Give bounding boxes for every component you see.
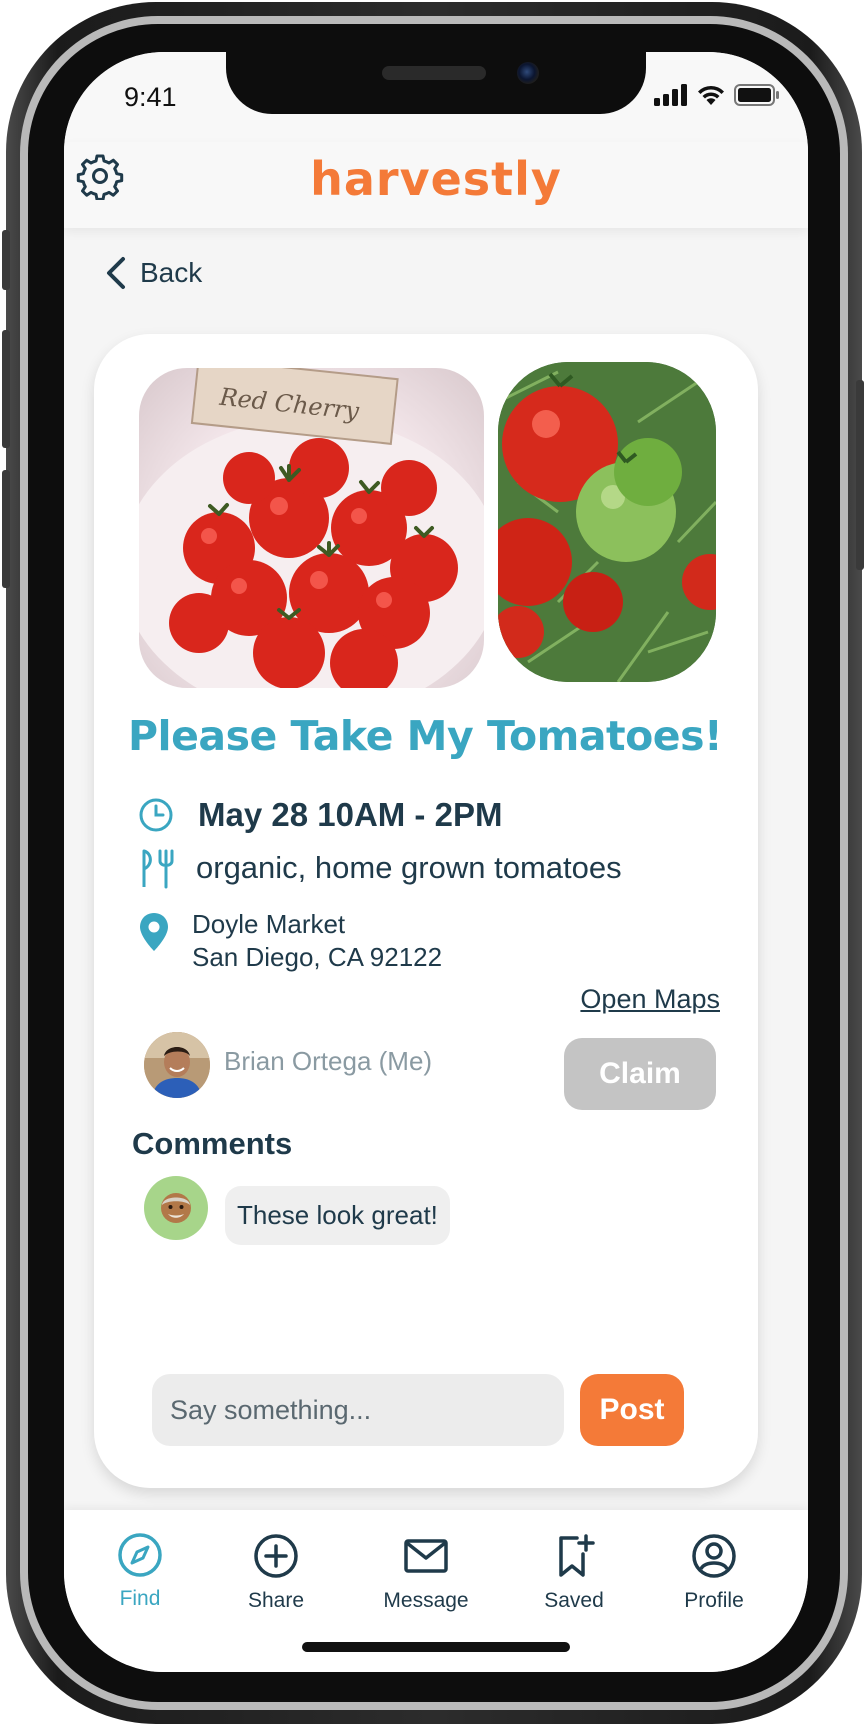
status-icons xyxy=(654,84,780,106)
mute-switch xyxy=(2,230,10,290)
home-indicator[interactable] xyxy=(302,1642,570,1652)
author-photo xyxy=(144,1032,210,1098)
location-name: Doyle Market xyxy=(192,909,346,939)
time-row: May 28 10AM - 2PM xyxy=(138,796,502,834)
nav-find[interactable]: Find xyxy=(80,1532,200,1611)
post-description: organic, home grown tomatoes xyxy=(196,850,622,885)
speaker-grille xyxy=(382,66,486,80)
nav-saved[interactable]: Saved xyxy=(514,1532,634,1613)
nav-profile-label: Profile xyxy=(684,1589,744,1612)
back-button[interactable]: Back xyxy=(104,256,202,290)
person-emoji-avatar xyxy=(161,1193,191,1223)
post-card: Red Cherry Please Take My Tomatoes! May … xyxy=(94,334,758,1488)
nav-saved-label: Saved xyxy=(544,1589,604,1612)
cherry-tomatoes-illustration: Red Cherry xyxy=(139,368,484,688)
post-comment-button[interactable]: Post xyxy=(580,1374,684,1446)
envelope-icon xyxy=(404,1539,448,1573)
location-pin-icon xyxy=(140,913,168,951)
volume-down-button xyxy=(2,470,10,588)
nav-message[interactable]: Message xyxy=(366,1532,486,1613)
open-maps-link[interactable]: Open Maps xyxy=(580,984,720,1015)
back-label: Back xyxy=(140,257,203,288)
battery-icon xyxy=(734,84,779,106)
comments-heading: Comments xyxy=(132,1126,293,1161)
plus-circle-icon xyxy=(254,1534,298,1578)
claim-button[interactable]: Claim xyxy=(564,1038,716,1110)
clock-icon xyxy=(139,798,173,832)
post-time: May 28 10AM - 2PM xyxy=(198,796,503,833)
tomato-vine-photo[interactable] xyxy=(498,362,716,682)
nav-profile[interactable]: Profile xyxy=(654,1532,774,1613)
commenter-avatar[interactable] xyxy=(144,1176,208,1240)
user-circle-icon xyxy=(692,1534,736,1578)
phone-notch xyxy=(226,52,646,114)
status-time: 9:41 xyxy=(124,82,177,112)
description-row: organic, home grown tomatoes xyxy=(138,847,622,889)
volume-up-button xyxy=(2,330,10,448)
nav-share-label: Share xyxy=(247,1589,305,1612)
comment-bubble: These look great! xyxy=(225,1186,450,1245)
chevron-left-icon xyxy=(107,257,125,289)
app-header: harvestly xyxy=(64,142,808,228)
bookmark-plus-icon xyxy=(559,1534,595,1577)
post-title: Please Take My Tomatoes! xyxy=(128,712,723,760)
location-row: Doyle Market San Diego, CA 92122 xyxy=(138,908,442,974)
signal-icon xyxy=(654,84,687,106)
author-name: Brian Ortega (Me) xyxy=(224,1046,433,1076)
author-avatar[interactable] xyxy=(144,1032,210,1098)
comment-input[interactable] xyxy=(152,1374,564,1446)
power-button xyxy=(856,380,864,570)
app-screen: 9:41 harvestly Back Red Cherry Please Ta… xyxy=(64,52,808,1672)
tomato-vine-illustration xyxy=(498,362,716,682)
app-logo: harvestly xyxy=(310,152,562,206)
nav-message-label: Message xyxy=(383,1589,469,1612)
nav-find-label: Find xyxy=(119,1587,161,1610)
front-camera xyxy=(517,62,539,84)
location-address: San Diego, CA 92122 xyxy=(192,942,443,972)
nav-share[interactable]: Share xyxy=(216,1532,336,1613)
utensils-icon xyxy=(142,849,174,889)
cherry-tomatoes-photo[interactable]: Red Cherry xyxy=(139,368,484,688)
wifi-icon xyxy=(698,85,724,105)
compass-icon xyxy=(118,1533,162,1577)
